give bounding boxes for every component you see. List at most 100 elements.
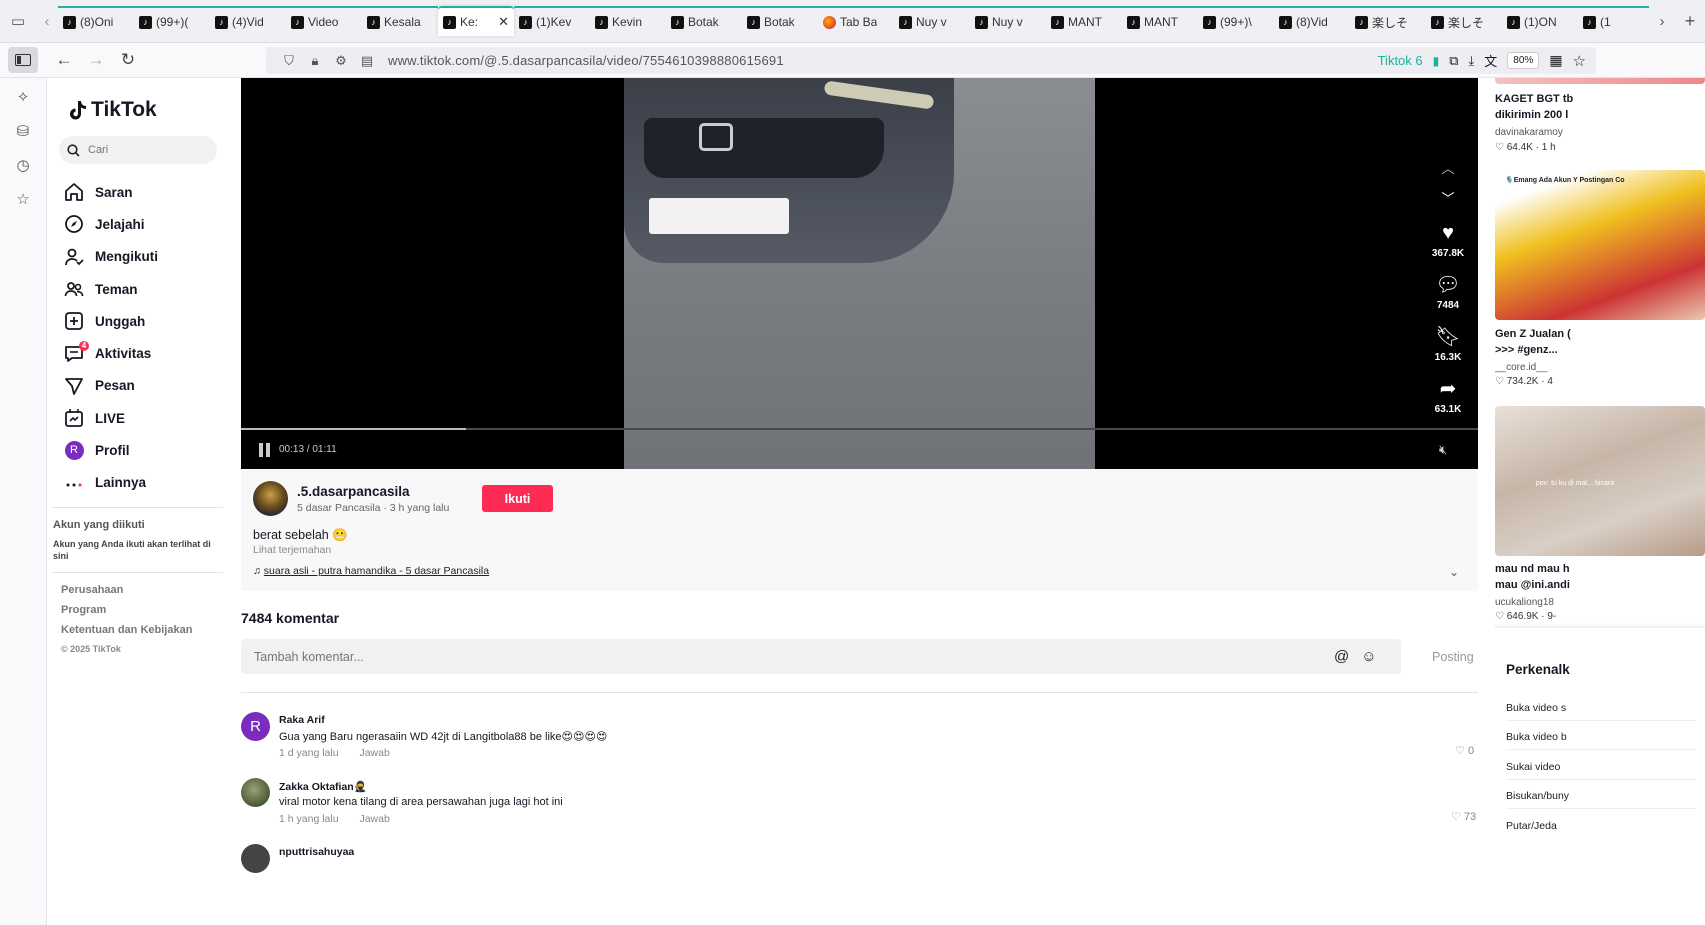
sidebar-item-profil[interactable]: R Profil xyxy=(63,434,233,466)
tab-list-icon[interactable]: ▭ xyxy=(0,0,36,43)
video-frame[interactable] xyxy=(624,78,1095,469)
expand-chevron-icon[interactable]: ⌄ xyxy=(1449,565,1459,579)
like-action[interactable]: ♥ 367.8K xyxy=(1432,222,1464,270)
next-video-icon[interactable]: ﹀ xyxy=(1441,188,1454,218)
sidebar-item-teman[interactable]: Teman xyxy=(63,273,233,305)
extensions-icon[interactable]: ▦ xyxy=(1549,52,1562,69)
shield-icon[interactable]: ⛉ xyxy=(276,53,302,69)
browser-tab[interactable]: ♪ (4)Vid xyxy=(210,6,286,36)
browser-tab[interactable]: ♪ MANT xyxy=(1046,6,1122,36)
save-action[interactable]: 🔖︎ 16.3K xyxy=(1435,326,1462,374)
sidebar-item-aktivitas[interactable]: 4 Aktivitas xyxy=(63,337,233,369)
browser-tab[interactable]: ♪ Kevin xyxy=(590,6,666,36)
footer-link-program[interactable]: Program xyxy=(61,604,192,624)
comment-box[interactable]: @ ☺ xyxy=(241,639,1401,674)
permissions-icon[interactable]: ⚙ xyxy=(328,53,354,69)
music-link[interactable]: ♫ suara asli - putra hamandika - 5 dasar… xyxy=(253,565,489,577)
emoji-icon[interactable]: ☺ xyxy=(1361,648,1376,665)
comment-user[interactable]: Zakka Oktafian🥷 xyxy=(279,780,367,793)
browser-tab[interactable]: ♪ Botak xyxy=(666,6,742,36)
zoom-level[interactable]: 80% xyxy=(1507,52,1540,69)
recommendation-author[interactable]: davinakaramoy xyxy=(1495,127,1563,138)
mention-icon[interactable]: @ xyxy=(1334,648,1349,665)
download-icon[interactable]: ⤓ xyxy=(1469,53,1475,69)
sidebar-item-pesan[interactable]: Pesan xyxy=(63,370,233,402)
tab-scroll-left-icon[interactable]: ‹ xyxy=(36,0,58,43)
back-icon[interactable]: ← xyxy=(48,46,80,74)
footer-link-company[interactable]: Perusahaan xyxy=(61,584,192,604)
browser-tab[interactable]: ♪ (99+)( xyxy=(134,6,210,36)
comment-user[interactable]: nputtrisahuyaa xyxy=(279,846,354,858)
comment-like[interactable]: ♡ 73 xyxy=(1451,810,1476,823)
ai-sparkle-icon[interactable]: ✧ xyxy=(17,88,30,106)
comment-avatar[interactable]: R xyxy=(241,712,270,741)
forward-icon[interactable]: → xyxy=(80,46,112,74)
share-action[interactable]: ➦ 63.1K xyxy=(1435,378,1462,426)
search-input[interactable] xyxy=(88,144,198,156)
translate-icon[interactable]: 文 xyxy=(1484,51,1497,70)
recommendation-title-line2[interactable]: >>> #genz... xyxy=(1495,342,1558,358)
url-bar[interactable]: ⛉ 🔒︎ ⚙ ▤ www.tiktok.com/@.5.dasarpancasi… xyxy=(266,47,1596,74)
sidebar-toggle-icon[interactable] xyxy=(8,47,38,73)
comment-input[interactable] xyxy=(254,649,1334,664)
browser-tab[interactable]: ♪ 楽しそ xyxy=(1426,6,1502,36)
recommendation-thumbnail[interactable] xyxy=(1495,78,1705,84)
sidebar-item-jelajahi[interactable]: Jelajahi xyxy=(63,208,233,240)
recommendation-author[interactable]: ucukaliong18 xyxy=(1495,597,1554,608)
browser-tab[interactable]: ♪ 楽しそ xyxy=(1350,6,1426,36)
music-title[interactable]: suara asli - putra hamandika - 5 dasar P… xyxy=(264,565,489,577)
recommendation-title[interactable]: Gen Z Jualan ( xyxy=(1495,326,1571,342)
picture-in-picture-icon[interactable]: ⧉ xyxy=(1449,53,1458,69)
video-progress-bar[interactable] xyxy=(241,428,1478,430)
author-name[interactable]: .5.dasarpancasila xyxy=(297,484,410,499)
browser-tab[interactable]: ♪ (1)ON xyxy=(1502,6,1578,36)
browser-tab[interactable]: ♪ (1 xyxy=(1578,6,1649,36)
comment-action[interactable]: 💬︎ 7484 xyxy=(1435,274,1460,322)
recommendation-title-line2[interactable]: mau @ini.andi xyxy=(1495,577,1570,593)
lock-icon[interactable]: 🔒︎ xyxy=(302,53,328,69)
recommendation-thumbnail[interactable]: 🎙️Emang Ada Akun Y Postingan Co xyxy=(1495,170,1705,320)
mute-icon[interactable]: 🔇︎ xyxy=(1439,442,1447,458)
follow-button[interactable]: Ikuti xyxy=(482,485,553,512)
sidebar-item-lainnya[interactable]: Lainnya xyxy=(63,467,233,499)
browser-tab[interactable]: ♪ Nuy v xyxy=(894,6,970,36)
tab-scroll-right-icon[interactable]: › xyxy=(1649,0,1675,43)
recommendation-author[interactable]: __core.id__ xyxy=(1495,362,1547,373)
recommendation-title[interactable]: mau nd mau h xyxy=(1495,561,1570,577)
browser-tab[interactable]: ♪ Kesala xyxy=(362,6,438,36)
browser-tab[interactable]: ♪ (8)Vid xyxy=(1274,6,1350,36)
comment-avatar[interactable] xyxy=(241,778,270,807)
browser-tab[interactable]: ♪ MANT xyxy=(1122,6,1198,36)
browser-tab[interactable]: ♪ (99+)\ xyxy=(1198,6,1274,36)
recommendation-title-line2[interactable]: dikirimin 200 l xyxy=(1495,107,1568,123)
sidebar-item-mengikuti[interactable]: Mengikuti xyxy=(63,241,233,273)
browser-tab[interactable]: ♪ Nuy v xyxy=(970,6,1046,36)
comment-user[interactable]: Raka Arif xyxy=(279,714,325,726)
reload-icon[interactable]: ↻ xyxy=(112,46,144,74)
tiktok-logo[interactable]: TikTok xyxy=(69,98,157,122)
sidebar-item-live[interactable]: LIVE xyxy=(63,402,233,434)
sidebar-item-saran[interactable]: Saran xyxy=(63,176,233,208)
url-text[interactable]: www.tiktok.com/@.5.dasarpancasila/video/… xyxy=(388,53,784,68)
browser-tab[interactable]: ♪ (8)Oni xyxy=(58,6,134,36)
browser-tab[interactable]: ♪ Ke: ✕ xyxy=(438,6,514,36)
comment-avatar[interactable] xyxy=(241,844,270,873)
reply-button[interactable]: Jawab xyxy=(359,747,389,759)
sidebar-item-unggah[interactable]: Unggah xyxy=(63,305,233,337)
pause-icon[interactable] xyxy=(259,443,271,457)
bookmarks-star-icon[interactable]: ☆ xyxy=(16,190,29,208)
footer-link-terms[interactable]: Ketentuan dan Kebijakan xyxy=(61,624,192,644)
recommendation-title[interactable]: KAGET BGT tb xyxy=(1495,91,1573,107)
video-player[interactable]: ︿ ﹀ ♥ 367.8K 💬︎ 7484 🔖︎ 16.3K ➦ 63.1K 00… xyxy=(241,78,1478,469)
author-avatar[interactable] xyxy=(253,481,288,516)
see-translation-link[interactable]: Lihat terjemahan xyxy=(253,544,331,556)
browser-tab[interactable]: Tab Ba xyxy=(818,6,894,36)
close-tab-icon[interactable]: ✕ xyxy=(498,14,509,30)
extension-badge[interactable]: Tiktok 6 xyxy=(1378,53,1423,68)
search-box[interactable] xyxy=(59,136,217,164)
browser-tab[interactable]: ♪ (1)Kev xyxy=(514,6,590,36)
post-comment-button[interactable]: Posting xyxy=(1432,650,1474,664)
reply-button[interactable]: Jawab xyxy=(359,813,389,825)
clock-icon[interactable]: ◷ xyxy=(16,156,29,174)
browser-tab[interactable]: ♪ Botak xyxy=(742,6,818,36)
